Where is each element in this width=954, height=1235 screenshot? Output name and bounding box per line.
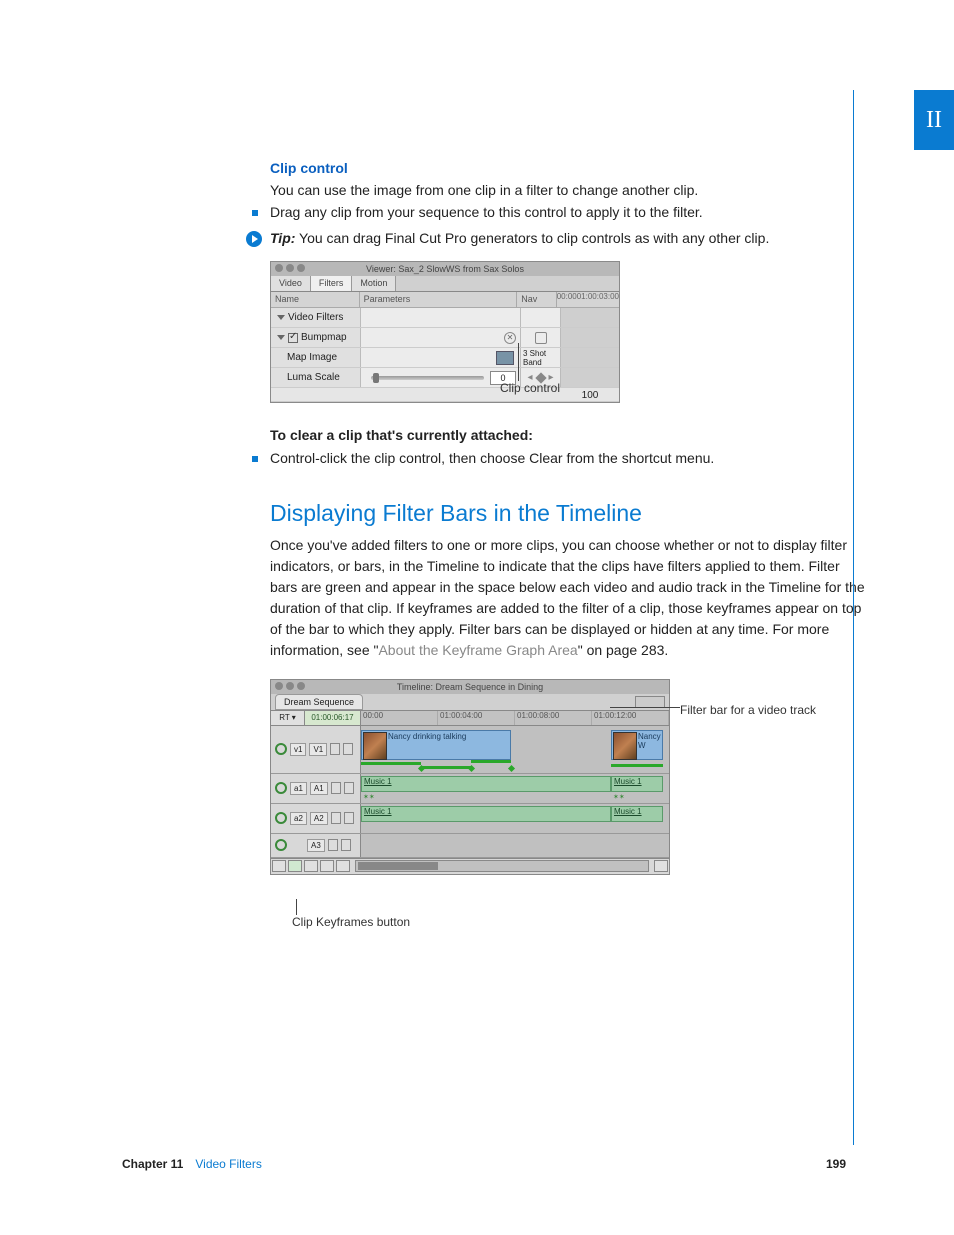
- tip-text: Tip: You can drag Final Cut Pro generato…: [270, 230, 769, 246]
- lock-icon[interactable]: [330, 743, 340, 755]
- page-footer: Chapter 11 Video Filters 199: [122, 1157, 846, 1171]
- tip-label: Tip:: [270, 230, 295, 246]
- clip-control-bullet: Drag any clip from your sequence to this…: [270, 204, 703, 220]
- timeline-scrollbar[interactable]: [355, 860, 649, 872]
- tab-video[interactable]: Video: [271, 276, 311, 291]
- kf-scale: 100: [561, 389, 619, 401]
- callout-clip-keyframes: Clip Keyframes button: [292, 915, 410, 929]
- audio-clip-a1-1[interactable]: Music 1: [361, 776, 611, 792]
- luma-scale-row: Luma Scale: [287, 372, 340, 383]
- rt-popup[interactable]: RT ▾: [271, 711, 305, 725]
- sequence-tab[interactable]: Dream Sequence: [275, 694, 363, 710]
- clip-keyframes-button[interactable]: [288, 860, 302, 872]
- timeline-title-bar: Timeline: Dream Sequence in Dining: [271, 680, 669, 694]
- bullet-icon: [252, 456, 258, 462]
- autoselect-icon[interactable]: [343, 743, 353, 755]
- audio-clip-a2-1[interactable]: Music 1: [361, 806, 611, 822]
- timeline-figure: Timeline: Dream Sequence in Dining Dream…: [270, 679, 870, 875]
- autoselect-icon[interactable]: [344, 812, 354, 824]
- target-icon[interactable]: [275, 812, 287, 824]
- page-number: 199: [826, 1157, 846, 1171]
- clip-control-heading: Clip control: [270, 160, 870, 176]
- target-icon[interactable]: [275, 782, 287, 794]
- col-parameters: Parameters: [360, 292, 518, 307]
- bumpmap-row[interactable]: Bumpmap: [301, 332, 347, 343]
- clip-control-well[interactable]: [496, 351, 514, 365]
- timeline-bottom-bar: [271, 858, 669, 874]
- tab-motion[interactable]: Motion: [352, 276, 396, 291]
- target-icon[interactable]: [275, 743, 287, 755]
- timeline-ruler[interactable]: 00:00 01:00:04:00 01:00:08:00 01:00:12:0…: [361, 711, 669, 725]
- viewer-tabs: Video Filters Motion: [271, 276, 619, 292]
- video-filters-row[interactable]: Video Filters: [288, 312, 343, 323]
- video-clip-1[interactable]: Nancy drinking talking: [361, 730, 511, 760]
- lock-icon[interactable]: [328, 839, 338, 851]
- link-keyframe-graph[interactable]: About the Keyframe Graph Area: [378, 642, 577, 658]
- viewer-title-bar: Viewer: Sax_2 SlowWS from Sax Solos: [271, 262, 619, 276]
- toggle-button[interactable]: [320, 860, 334, 872]
- clear-bullet: Control-click the clip control, then cho…: [270, 450, 714, 466]
- chapter-title: Video Filters: [195, 1157, 261, 1171]
- section-heading: Displaying Filter Bars in the Timeline: [270, 500, 870, 527]
- col-name: Name: [271, 292, 360, 307]
- target-icon[interactable]: [275, 839, 287, 851]
- a1-track-header[interactable]: a1 A1: [271, 774, 361, 803]
- map-image-row: Map Image: [287, 352, 337, 363]
- dragged-clip-name: 3 Shot Band: [523, 349, 560, 367]
- col-nav: Nav: [517, 292, 557, 307]
- toggle-button[interactable]: [336, 860, 350, 872]
- a3-track-header[interactable]: A3: [271, 834, 361, 857]
- scroll-right[interactable]: [654, 860, 668, 872]
- luma-slider[interactable]: [371, 376, 484, 380]
- viewer-figure: Viewer: Sax_2 SlowWS from Sax Solos Vide…: [270, 261, 870, 403]
- video-clip-2[interactable]: Nancy W: [611, 730, 663, 760]
- chapter-label: Chapter 11: [122, 1157, 183, 1171]
- tab-filters[interactable]: Filters: [311, 276, 353, 291]
- audio-clip-a2-2[interactable]: Music 1: [611, 806, 663, 822]
- autoselect-icon[interactable]: [341, 839, 351, 851]
- callout-filter-bar: Filter bar for a video track: [680, 703, 816, 717]
- section-body: Once you've added filters to one or more…: [270, 535, 870, 661]
- clear-heading: To clear a clip that's currently attache…: [270, 425, 870, 445]
- v1-track-header[interactable]: v1 V1: [271, 726, 361, 773]
- a2-track-header[interactable]: a2 A2: [271, 804, 361, 833]
- reset-button[interactable]: ✕: [504, 332, 516, 344]
- audio-clip-a1-2[interactable]: Music 1: [611, 776, 663, 792]
- callout-clip-control: Clip control: [500, 381, 560, 395]
- margin-rule: [853, 90, 854, 1145]
- lock-icon[interactable]: [331, 812, 341, 824]
- part-tab: II: [914, 90, 954, 150]
- track-height-button[interactable]: [272, 860, 286, 872]
- toggle-button[interactable]: [304, 860, 318, 872]
- timecode-ruler: 00:0001:00:03:00: [557, 292, 619, 307]
- kf-menu-button[interactable]: [535, 332, 547, 344]
- video-filter-bar: [361, 767, 669, 771]
- current-timecode[interactable]: 01:00:06:17: [305, 711, 361, 725]
- tip-icon: [246, 231, 262, 247]
- lock-icon[interactable]: [331, 782, 341, 794]
- bullet-icon: [252, 210, 258, 216]
- autoselect-icon[interactable]: [344, 782, 354, 794]
- clip-control-intro: You can use the image from one clip in a…: [270, 180, 870, 200]
